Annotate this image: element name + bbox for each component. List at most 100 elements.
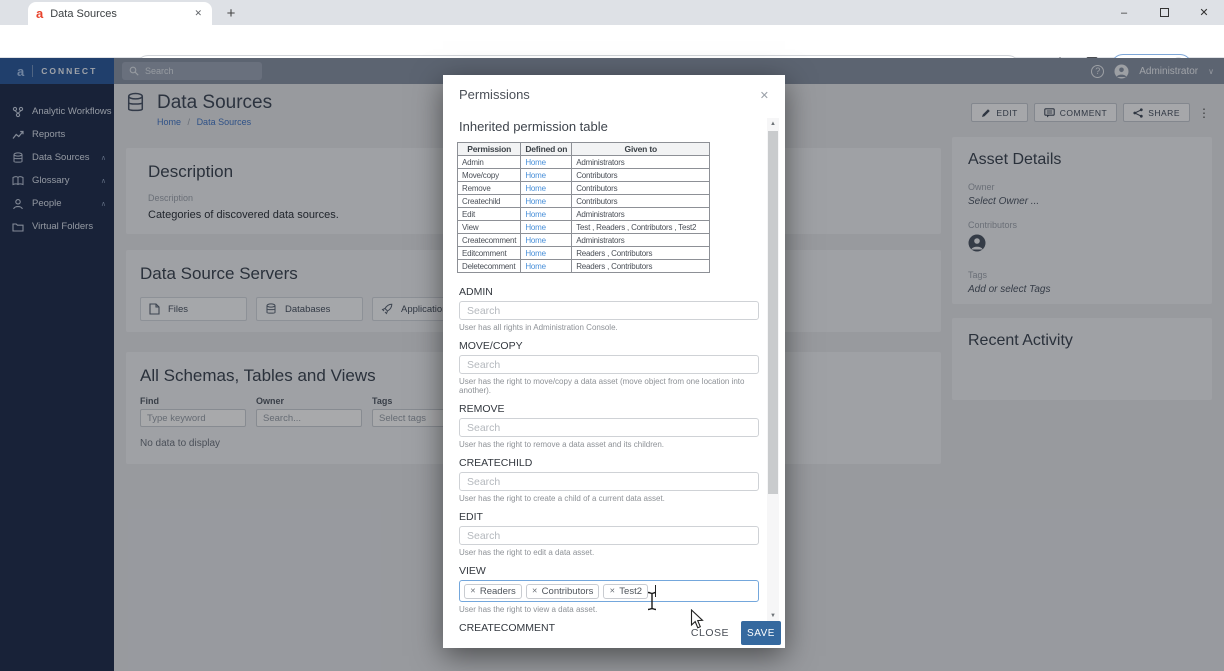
defined-on-cell: Home	[521, 234, 572, 247]
modal-title: Permissions	[459, 87, 530, 102]
permission-table-row: Move/copy Home Contributors	[458, 169, 710, 182]
permission-table-row: Createcomment Home Administrators	[458, 234, 710, 247]
remove-chip-icon[interactable]: ✕	[532, 587, 538, 595]
permission-cell: Createcomment	[458, 234, 521, 247]
given-to-cell: Readers , Contributors	[572, 260, 710, 273]
remove-chip-icon[interactable]: ✕	[470, 587, 476, 595]
scrollbar-thumb[interactable]	[768, 131, 778, 494]
view-section-description: User has the right to view a data asset.	[459, 605, 757, 614]
permission-cell: Deletecomment	[458, 260, 521, 273]
given-to-cell: Readers , Contributors	[572, 247, 710, 260]
text-caret	[655, 585, 656, 597]
permission-section-description: User has the right to edit a data asset.	[459, 548, 757, 557]
view-section: VIEW ✕Readers ✕Contributors ✕Test2 User …	[459, 565, 757, 614]
view-section-label: VIEW	[459, 565, 757, 577]
permission-section-description: User has the right to move/copy a data a…	[459, 377, 757, 395]
given-to-cell: Administrators	[572, 156, 710, 169]
browser-tab-strip: a Data Sources ✕ + – ✕	[0, 0, 1224, 25]
permission-cell: Remove	[458, 182, 521, 195]
defined-on-cell: Home	[521, 208, 572, 221]
defined-on-link[interactable]: Home	[525, 249, 546, 258]
permission-section-description: User has the right to remove a data asse…	[459, 440, 757, 449]
modal-close-icon[interactable]: ✕	[758, 87, 771, 104]
defined-on-link[interactable]: Home	[525, 171, 546, 180]
tab-title: Data Sources	[50, 8, 185, 20]
defined-on-cell: Home	[521, 247, 572, 260]
defined-on-link[interactable]: Home	[525, 236, 546, 245]
defined-on-link[interactable]: Home	[525, 223, 546, 232]
defined-on-link[interactable]: Home	[525, 197, 546, 206]
given-to-cell: Contributors	[572, 182, 710, 195]
window-controls: – ✕	[1104, 0, 1224, 25]
defined-on-cell: Home	[521, 195, 572, 208]
maximize-icon[interactable]	[1144, 0, 1184, 25]
given-to-cell: Administrators	[572, 234, 710, 247]
permission-cell: Admin	[458, 156, 521, 169]
permission-table-row: Remove Home Contributors	[458, 182, 710, 195]
permission-cell: Editcomment	[458, 247, 521, 260]
given-to-cell: Test , Readers , Contributors , Test2	[572, 221, 710, 234]
permission-section-label: ADMIN	[459, 286, 757, 298]
permission-search-input[interactable]	[459, 526, 759, 545]
permission-section-description: User has the right to create a child of …	[459, 494, 757, 503]
permission-table-row: Createchild Home Contributors	[458, 195, 710, 208]
permission-table-row: Deletecomment Home Readers , Contributor…	[458, 260, 710, 273]
selected-group-chip[interactable]: ✕Contributors	[526, 584, 600, 599]
defined-on-cell: Home	[521, 182, 572, 195]
table-header-row: Permission Defined on Given to	[458, 143, 710, 156]
permission-table-row: Edit Home Administrators	[458, 208, 710, 221]
new-tab-button[interactable]: +	[222, 4, 240, 22]
permission-sections: ADMIN User has all rights in Administrat…	[459, 286, 757, 634]
defined-on-link[interactable]: Home	[525, 210, 546, 219]
defined-on-link[interactable]: Home	[525, 158, 546, 167]
permission-section-label: EDIT	[459, 511, 757, 523]
scroll-up-icon[interactable]: ▲	[767, 118, 779, 130]
given-to-cell: Contributors	[572, 195, 710, 208]
permission-section-description: User has all rights in Administration Co…	[459, 323, 757, 332]
modal-scrollbar[interactable]: ▲ ▼	[767, 118, 779, 622]
maximize-box	[1160, 8, 1169, 17]
permission-table-row: Editcomment Home Readers , Contributors	[458, 247, 710, 260]
permission-search-input[interactable]	[459, 418, 759, 437]
permission-search-input[interactable]	[459, 472, 759, 491]
window-close-icon[interactable]: ✕	[1184, 0, 1224, 25]
permission-table-row: Admin Home Administrators	[458, 156, 710, 169]
permission-search-input[interactable]	[459, 301, 759, 320]
permission-section-label: REMOVE	[459, 403, 757, 415]
minimize-icon[interactable]: –	[1104, 0, 1144, 25]
view-groups-input[interactable]: ✕Readers ✕Contributors ✕Test2	[459, 580, 759, 602]
permission-cell: View	[458, 221, 521, 234]
defined-on-cell: Home	[521, 156, 572, 169]
browser-toolbar: ← → ↻ ⌂ i localhost:8080/viewentry?xid=f…	[0, 25, 1224, 58]
permissions-modal: Permissions ✕ Inherited permission table…	[443, 75, 785, 648]
defined-on-cell: Home	[521, 260, 572, 273]
defined-on-link[interactable]: Home	[525, 262, 546, 271]
inherited-table-heading: Inherited permission table	[459, 119, 769, 134]
selected-group-chip[interactable]: ✕Test2	[603, 584, 648, 599]
defined-on-link[interactable]: Home	[525, 184, 546, 193]
browser-tab[interactable]: a Data Sources ✕	[28, 2, 212, 25]
permission-section-label: MOVE/COPY	[459, 340, 757, 352]
permission-search-input[interactable]	[459, 355, 759, 374]
permission-table-row: View Home Test , Readers , Contributors …	[458, 221, 710, 234]
defined-on-cell: Home	[521, 169, 572, 182]
col-header-defined-on: Defined on	[521, 143, 572, 156]
remove-chip-icon[interactable]: ✕	[609, 587, 615, 595]
given-to-cell: Contributors	[572, 169, 710, 182]
save-button[interactable]: SAVE	[741, 621, 781, 645]
permission-cell: Edit	[458, 208, 521, 221]
screen: a Data Sources ✕ + – ✕ ← → ↻ ⌂ i localho…	[0, 0, 1224, 671]
close-button[interactable]: CLOSE	[691, 627, 729, 639]
modal-footer: CLOSE SAVE	[691, 621, 781, 645]
permission-cell: Move/copy	[458, 169, 521, 182]
tab-close-icon[interactable]: ✕	[192, 6, 204, 21]
site-favicon-icon: a	[36, 7, 43, 20]
col-header-given-to: Given to	[572, 143, 710, 156]
permission-section-label: CREATECHILD	[459, 457, 757, 469]
col-header-permission: Permission	[458, 143, 521, 156]
inherited-permission-table: Permission Defined on Given to Admin Hom…	[457, 142, 710, 273]
given-to-cell: Administrators	[572, 208, 710, 221]
defined-on-cell: Home	[521, 221, 572, 234]
selected-group-chip[interactable]: ✕Readers	[464, 584, 522, 599]
permission-cell: Createchild	[458, 195, 521, 208]
